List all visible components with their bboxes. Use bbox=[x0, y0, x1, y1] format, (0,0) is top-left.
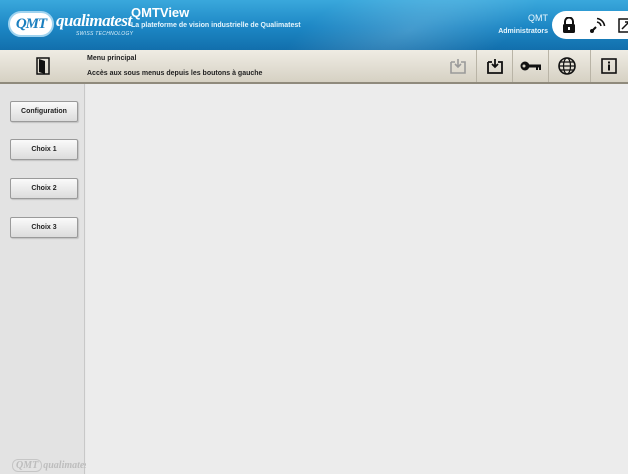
menu-help-text: Accès aux sous menus depuis les boutons … bbox=[87, 70, 263, 77]
footer-logo-mark: QMT bbox=[12, 459, 43, 472]
qmt-logo: QMT bbox=[8, 11, 54, 37]
key-button[interactable] bbox=[512, 50, 548, 82]
key-icon bbox=[520, 61, 541, 71]
sidebar-item-label: Choix 1 bbox=[31, 146, 57, 153]
header-icon-group bbox=[552, 11, 628, 39]
brand-name: qualimatest bbox=[56, 11, 132, 30]
footer-logo: QMT qualimatest bbox=[12, 459, 91, 472]
app-subtitle: La plateforme de vision industrielle de … bbox=[131, 22, 301, 29]
save-icon bbox=[486, 59, 503, 74]
sidebar-item-choix-1[interactable]: Choix 1 bbox=[10, 139, 78, 160]
user-name: QMT bbox=[528, 13, 548, 23]
save-button[interactable] bbox=[476, 50, 512, 82]
brand-subtitle: SWISS TECHNOLOGY bbox=[76, 31, 134, 37]
app-title: QMTView bbox=[131, 5, 190, 20]
toolbar: Menu principal Accès aux sous menus depu… bbox=[0, 50, 628, 84]
sidebar-item-choix-3[interactable]: Choix 3 bbox=[10, 217, 78, 238]
sidebar-item-label: Configuration bbox=[21, 108, 67, 115]
door-icon bbox=[35, 57, 50, 75]
lock-icon[interactable] bbox=[560, 15, 578, 35]
signal-icon[interactable] bbox=[588, 15, 606, 35]
footer-brand: qualimatest bbox=[43, 460, 92, 471]
save-disabled-icon bbox=[450, 59, 466, 74]
sidebar-item-label: Choix 3 bbox=[31, 224, 57, 231]
main-content-area bbox=[86, 84, 628, 474]
exit-button[interactable] bbox=[0, 50, 85, 82]
sidebar-item-configuration[interactable]: Configuration bbox=[10, 101, 78, 122]
user-role: Administrators bbox=[498, 28, 548, 35]
info-button[interactable] bbox=[590, 50, 626, 82]
sidebar-item-choix-2[interactable]: Choix 2 bbox=[10, 178, 78, 199]
save-disabled-button[interactable] bbox=[440, 50, 476, 82]
language-button[interactable] bbox=[548, 50, 584, 82]
globe-icon bbox=[557, 57, 576, 75]
resize-icon[interactable] bbox=[616, 15, 628, 35]
info-icon bbox=[600, 58, 617, 74]
logo-text: QMT bbox=[15, 15, 47, 32]
app-header: QMT qualimatest SWISS TECHNOLOGY QMTView… bbox=[0, 0, 628, 50]
sidebar-item-label: Choix 2 bbox=[31, 185, 57, 192]
menu-title: Menu principal bbox=[87, 55, 137, 62]
